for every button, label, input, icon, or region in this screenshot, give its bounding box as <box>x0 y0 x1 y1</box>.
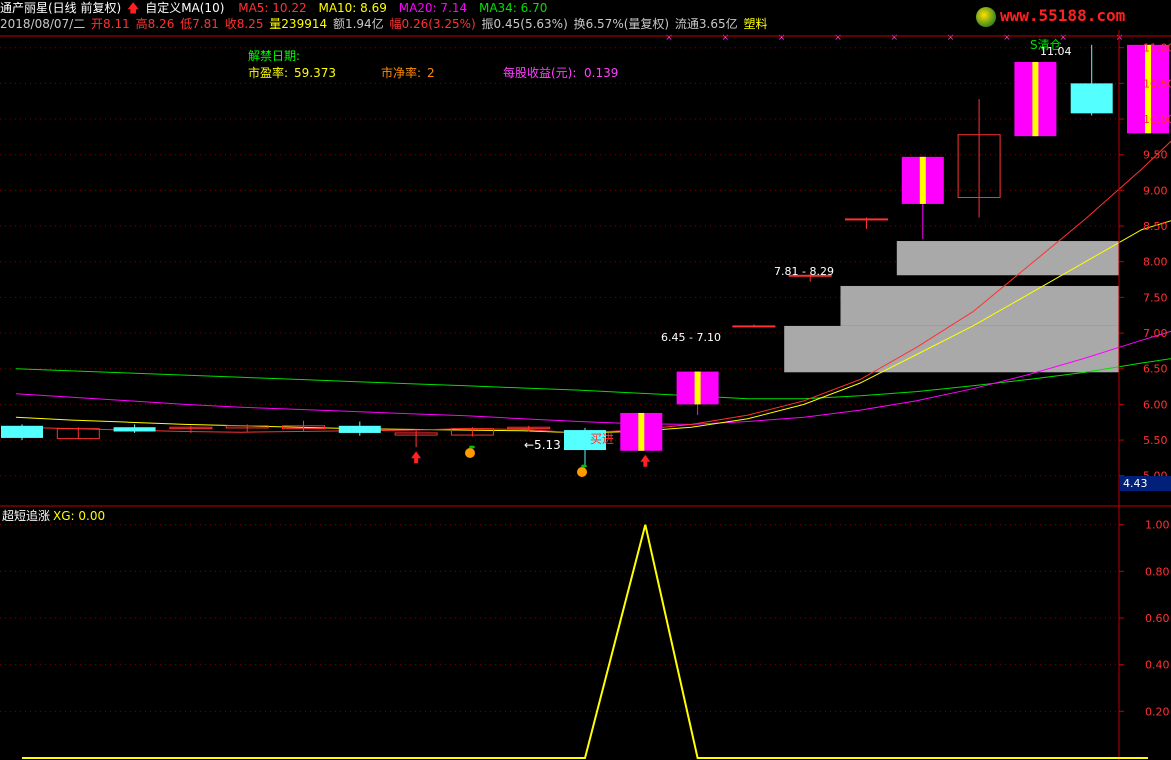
signal-candle-core <box>1032 61 1039 137</box>
indicator-name[interactable]: 自定义MA(10) <box>145 1 224 15</box>
current-price-tag: 4.43 <box>1123 477 1148 490</box>
eps-value: 0.139 <box>584 66 618 80</box>
date-marker: × <box>778 33 786 43</box>
ma5-value: MA5: 10.22 <box>238 1 307 15</box>
price-tick-label: 11.00 <box>1143 42 1171 55</box>
down-candle <box>1 425 43 438</box>
sub-tick-label: 0.20 <box>1145 705 1170 718</box>
unlock-label: 解禁日期: <box>248 49 300 63</box>
price-zones <box>784 241 1119 373</box>
quote-amplitude: 振0.45(5.63%) <box>481 17 568 31</box>
zone1-label: 6.45 - 7.10 <box>661 331 721 344</box>
signal-candle-core <box>919 156 926 204</box>
price-axis: 5.005.506.006.507.007.508.008.509.009.50… <box>0 30 1171 760</box>
price-zone <box>896 241 1119 276</box>
signal-candle-core <box>694 371 701 405</box>
ma20-value: MA20: 7.14 <box>398 1 468 15</box>
signal-candle-core <box>638 412 645 451</box>
sub-tick-label: 0.40 <box>1145 659 1170 672</box>
sub-value-label: XG: 0.00 <box>53 509 105 523</box>
quote-close: 收8.25 <box>224 17 264 31</box>
up-candle <box>845 218 888 221</box>
kline-chart[interactable]: ×××××××××× 5.005.506.006.507.007.508.008… <box>0 0 1171 760</box>
price-tick-label: 8.00 <box>1143 256 1168 269</box>
quote-float: 流通3.65亿 <box>674 17 738 31</box>
buy-arrow-icon <box>640 454 651 467</box>
down-candle <box>1070 83 1113 114</box>
sub-tick-label: 0.80 <box>1145 565 1170 578</box>
quote-turnover: 换6.57%(量复权) <box>573 17 670 31</box>
header-line-1: 通产丽星(日线 前复权) 🡅 自定义MA(10) MA5: 10.22 MA10… <box>0 0 549 16</box>
peach-icon <box>465 448 475 458</box>
peach-leaf-icon <box>581 464 587 468</box>
date-marker: × <box>1003 33 1011 43</box>
quote-sector[interactable]: 塑料 <box>743 17 767 31</box>
quote-open: 开8.11 <box>91 17 130 31</box>
watermark-text: www.55188.com <box>1000 6 1126 25</box>
price-tick-label: 10.00 <box>1143 113 1171 126</box>
buy-label: 买进 <box>590 432 614 446</box>
up-candle <box>732 325 776 328</box>
ma34-value: MA34: 6.70 <box>478 1 548 15</box>
peach-leaf-icon <box>469 445 475 449</box>
high-marker: 11.04 <box>1040 45 1072 58</box>
quote-date: 2018/08/07/二 <box>0 17 86 31</box>
price-tick-label: 5.50 <box>1143 434 1168 447</box>
date-marker: × <box>665 33 673 43</box>
price-tick-label: 6.00 <box>1143 398 1168 411</box>
pe-value: 59.373 <box>294 66 336 80</box>
price-tick-label: 7.50 <box>1143 291 1168 304</box>
sub-indicator-chart: 0.20 0.40 0.60 0.80 1.00 <box>0 519 1170 759</box>
price-tick-label: 10.50 <box>1143 77 1171 90</box>
eps-label: 每股收益(元): <box>503 65 576 80</box>
date-marker: × <box>722 33 730 43</box>
pb-value: 2 <box>427 66 435 80</box>
pb-label: 市净率: <box>381 65 421 80</box>
quote-volume: 量239914 <box>269 17 328 31</box>
down-candle <box>338 425 381 433</box>
sub-tick-label: 1.00 <box>1145 519 1170 532</box>
price-tick-label: 9.50 <box>1143 149 1168 162</box>
date-marker: × <box>947 33 955 43</box>
sub-tick-label: 0.60 <box>1145 612 1170 625</box>
price-tick-label: 6.50 <box>1143 363 1168 376</box>
watermark: www.55188.com <box>976 6 1125 27</box>
quote-high: 高8.26 <box>135 17 175 31</box>
quote-change: 幅0.26(3.25%) <box>389 17 476 31</box>
pe-label: 市盈率: <box>248 65 288 80</box>
xg-line <box>22 524 1148 759</box>
down-candle <box>113 427 156 432</box>
buy-arrow-icon <box>411 451 422 464</box>
zone2-label: 7.81 - 8.29 <box>774 265 834 278</box>
price-zone <box>784 325 1119 373</box>
price-tick-label: 8.50 <box>1143 220 1168 233</box>
date-marker: × <box>891 33 899 43</box>
header-line-2: 2018/08/07/二 开8.11 高8.26 低7.81 收8.25 量23… <box>0 16 770 32</box>
price-tick-label: 9.00 <box>1143 184 1168 197</box>
date-marker: × <box>834 33 842 43</box>
low-marker: ←5.13 <box>524 438 561 452</box>
peach-icon <box>577 467 587 477</box>
price-tick-label: 7.00 <box>1143 327 1168 340</box>
quote-amount: 额1.94亿 <box>332 17 384 31</box>
sub-title: 超短追涨 <box>2 508 50 523</box>
ma10-value: MA10: 8.69 <box>318 1 387 15</box>
stock-name[interactable]: 通产丽星(日线 前复权) <box>0 1 121 15</box>
globe-logo-icon <box>976 6 996 27</box>
quote-low: 低7.81 <box>180 17 219 31</box>
up-arrow-icon: 🡅 <box>127 1 140 15</box>
